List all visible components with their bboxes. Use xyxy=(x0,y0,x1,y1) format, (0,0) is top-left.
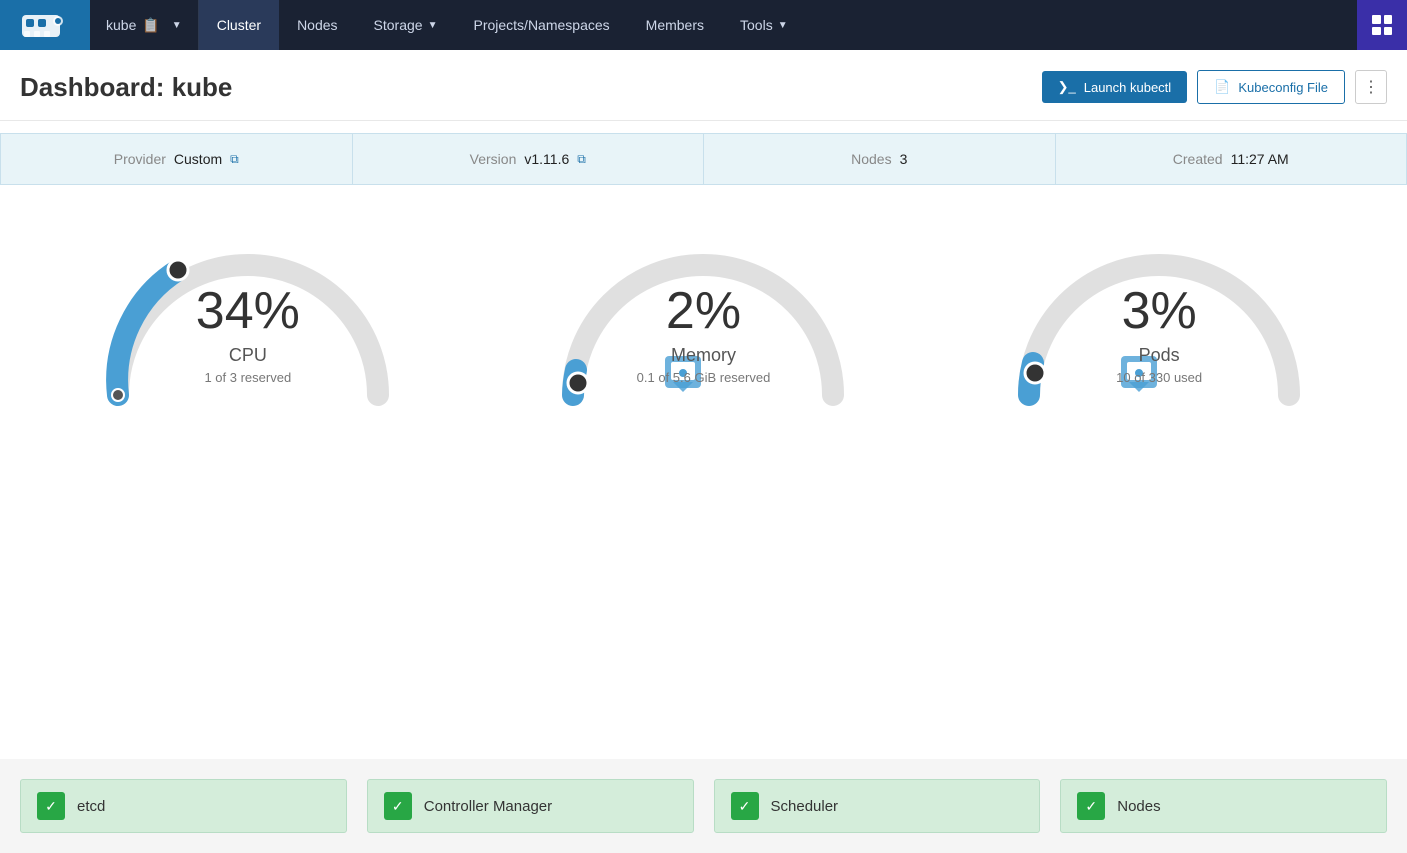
header-actions: ❯_ Launch kubectl 📄 Kubeconfig File ⋮ xyxy=(1042,70,1387,104)
tools-dropdown-arrow: ▼ xyxy=(778,20,788,31)
cluster-dropdown-arrow: ▼ xyxy=(172,20,182,31)
created-info: Created 11:27 AM xyxy=(1056,134,1407,184)
provider-copy-icon[interactable]: ⧉ xyxy=(230,152,239,167)
created-label: Created xyxy=(1173,151,1223,167)
navbar: kube 📋 ▼ Cluster Nodes Storage ▼ Project… xyxy=(0,0,1407,50)
cluster-icon: 📋 xyxy=(142,17,159,34)
pods-gauge-visual: 3% Pods 10 of 330 used xyxy=(999,215,1319,415)
memory-sublabel: 0.1 of 5.6 GiB reserved xyxy=(637,370,771,385)
version-info: Version v1.11.6 ⧉ xyxy=(353,134,705,184)
memory-gauge-center: 2% Memory 0.1 of 5.6 GiB reserved xyxy=(637,285,771,385)
nav-storage[interactable]: Storage ▼ xyxy=(356,0,456,50)
memory-gauge-visual: 2% Memory 0.1 of 5.6 GiB reserved xyxy=(543,215,863,415)
more-options-button[interactable]: ⋮ xyxy=(1355,70,1387,104)
cpu-gauge-center: 34% CPU 1 of 3 reserved xyxy=(196,285,300,385)
nodes-status-label: Nodes xyxy=(1117,798,1160,815)
pods-label: Pods xyxy=(1116,345,1202,366)
gauges-section: 34% CPU 1 of 3 reserved xyxy=(0,185,1407,435)
etcd-check-icon: ✓ xyxy=(37,792,65,820)
nodes-label: Nodes xyxy=(851,151,891,167)
status-nodes: ✓ Nodes xyxy=(1060,779,1387,833)
nav-items: Cluster Nodes Storage ▼ Projects/Namespa… xyxy=(199,0,1357,50)
status-scheduler: ✓ Scheduler xyxy=(714,779,1041,833)
app-switcher-button[interactable] xyxy=(1357,0,1407,50)
file-icon: 📄 xyxy=(1214,79,1230,95)
nav-members[interactable]: Members xyxy=(628,0,722,50)
brand-logo[interactable] xyxy=(0,0,90,50)
cpu-gauge-visual: 34% CPU 1 of 3 reserved xyxy=(88,215,408,415)
brand-icon xyxy=(20,7,70,43)
pods-sublabel: 10 of 330 used xyxy=(1116,370,1202,385)
memory-percent: 2% xyxy=(637,285,771,337)
controller-manager-check-icon: ✓ xyxy=(384,792,412,820)
main-content: Dashboard: kube ❯_ Launch kubectl 📄 Kube… xyxy=(0,50,1407,853)
status-bar: ✓ etcd ✓ Controller Manager ✓ Scheduler … xyxy=(0,759,1407,853)
memory-label: Memory xyxy=(637,345,771,366)
status-etcd: ✓ etcd xyxy=(20,779,347,833)
nav-right xyxy=(1357,0,1407,50)
pods-gauge-center: 3% Pods 10 of 330 used xyxy=(1116,285,1202,385)
version-value: v1.11.6 xyxy=(524,151,569,167)
created-value: 11:27 AM xyxy=(1231,151,1289,167)
terminal-icon: ❯_ xyxy=(1058,79,1076,95)
nodes-check-icon: ✓ xyxy=(1077,792,1105,820)
cpu-gauge: 34% CPU 1 of 3 reserved xyxy=(58,215,438,415)
provider-label: Provider xyxy=(114,151,166,167)
version-copy-icon[interactable]: ⧉ xyxy=(577,152,586,167)
cluster-selector[interactable]: kube 📋 ▼ xyxy=(90,0,199,50)
provider-value: Custom xyxy=(174,151,222,167)
cpu-sublabel: 1 of 3 reserved xyxy=(196,370,300,385)
version-label: Version xyxy=(470,151,517,167)
nav-tools[interactable]: Tools ▼ xyxy=(722,0,806,50)
page-header: Dashboard: kube ❯_ Launch kubectl 📄 Kube… xyxy=(0,50,1407,121)
pods-percent: 3% xyxy=(1116,285,1202,337)
grid-icon xyxy=(1372,15,1392,35)
pods-gauge: 3% Pods 10 of 330 used xyxy=(969,215,1349,415)
scheduler-label: Scheduler xyxy=(771,798,839,815)
memory-gauge: 2% Memory 0.1 of 5.6 GiB reserved xyxy=(513,215,893,415)
storage-dropdown-arrow: ▼ xyxy=(428,20,438,31)
cpu-percent: 34% xyxy=(196,285,300,337)
nav-cluster[interactable]: Cluster xyxy=(199,0,279,50)
etcd-label: etcd xyxy=(77,798,105,815)
launch-kubectl-button[interactable]: ❯_ Launch kubectl xyxy=(1042,71,1188,103)
nav-nodes[interactable]: Nodes xyxy=(279,0,355,50)
info-bar: Provider Custom ⧉ Version v1.11.6 ⧉ Node… xyxy=(0,133,1407,185)
nav-projects[interactable]: Projects/Namespaces xyxy=(455,0,627,50)
status-controller-manager: ✓ Controller Manager xyxy=(367,779,694,833)
nodes-value: 3 xyxy=(900,151,908,167)
kubeconfig-file-button[interactable]: 📄 Kubeconfig File xyxy=(1197,70,1345,104)
cluster-name: kube xyxy=(106,17,136,33)
page-title: Dashboard: kube xyxy=(20,72,232,103)
nodes-info: Nodes 3 xyxy=(704,134,1056,184)
scheduler-check-icon: ✓ xyxy=(731,792,759,820)
cpu-label: CPU xyxy=(196,345,300,366)
controller-manager-label: Controller Manager xyxy=(424,798,552,815)
provider-info: Provider Custom ⧉ xyxy=(1,134,353,184)
